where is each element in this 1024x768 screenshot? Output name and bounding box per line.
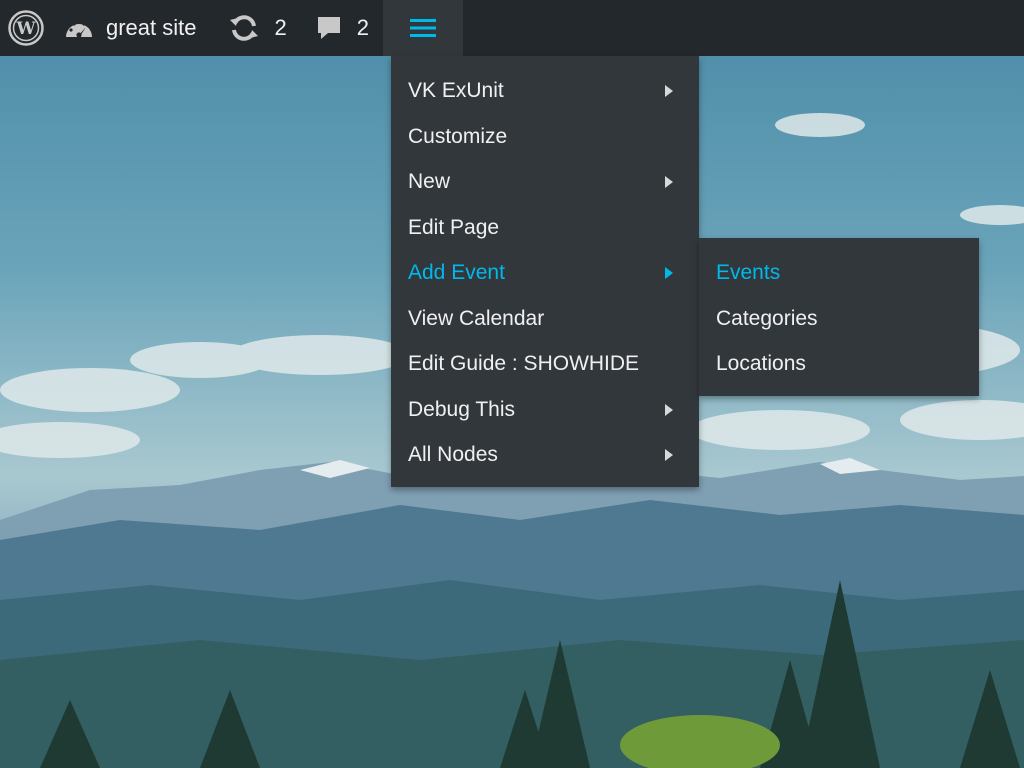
menu-item-label: New xyxy=(408,170,451,193)
comment-bubble-icon xyxy=(317,17,340,39)
submenu-arrow-icon xyxy=(665,267,673,279)
submenu-arrow-icon xyxy=(665,176,673,188)
updates-count: 2 xyxy=(274,15,287,40)
admin-dropdown-menu: VK ExUnit Customize New Edit Page Add Ev… xyxy=(391,56,699,487)
menu-item-customize[interactable]: Customize xyxy=(391,114,699,160)
updates-button[interactable]: 2 xyxy=(211,0,299,56)
submenu-item-label: Locations xyxy=(716,352,806,375)
menu-item-label: VK ExUnit xyxy=(408,79,504,102)
submenu-item-events[interactable]: Events xyxy=(699,250,979,296)
menu-item-edit-guide[interactable]: Edit Guide : SHOWHIDE xyxy=(391,341,699,387)
site-name-menu[interactable]: great site xyxy=(52,0,211,56)
menu-item-vk-exunit[interactable]: VK ExUnit xyxy=(391,68,699,114)
comments-button[interactable]: 2 xyxy=(299,0,383,56)
menu-item-label: All Nodes xyxy=(408,443,498,466)
submenu-arrow-icon xyxy=(665,403,673,416)
menu-item-add-event[interactable]: Add Event xyxy=(391,250,699,296)
dashboard-gauge-icon xyxy=(66,19,92,38)
submenu-arrow-icon xyxy=(665,85,673,97)
menu-item-label: Edit Guide : SHOWHIDE xyxy=(408,352,640,375)
menu-item-label: Customize xyxy=(408,124,508,148)
menu-item-new[interactable]: New xyxy=(391,159,699,205)
submenu-item-locations[interactable]: Locations xyxy=(699,341,979,387)
wordpress-logo-icon: W xyxy=(8,10,44,46)
menu-item-debug-this[interactable]: Debug This xyxy=(391,387,699,433)
submenu-item-categories[interactable]: Categories xyxy=(699,296,979,342)
submenu-item-label: Events xyxy=(716,261,781,284)
menu-item-label: Debug This xyxy=(408,397,516,421)
menu-item-label: Add Event xyxy=(408,261,505,284)
site-name-label: great site xyxy=(106,15,197,40)
submenu-item-label: Categories xyxy=(716,306,818,330)
menu-item-label: Edit Page xyxy=(408,215,500,239)
submenu-arrow-icon xyxy=(665,449,673,461)
hamburger-menu-icon xyxy=(410,19,436,37)
menu-item-all-nodes[interactable]: All Nodes xyxy=(391,432,699,478)
admin-menu-toggle[interactable] xyxy=(383,0,463,56)
comments-count: 2 xyxy=(356,15,369,40)
refresh-icon xyxy=(229,15,258,41)
admin-bar: W great site 2 2 xyxy=(0,0,1024,56)
svg-text:W: W xyxy=(15,19,36,39)
wordpress-logo-button[interactable]: W xyxy=(0,0,52,56)
menu-item-view-calendar[interactable]: View Calendar xyxy=(391,296,699,342)
menu-item-edit-page[interactable]: Edit Page xyxy=(391,205,699,251)
add-event-submenu: Events Categories Locations xyxy=(699,238,979,396)
menu-item-label: View Calendar xyxy=(408,306,545,330)
